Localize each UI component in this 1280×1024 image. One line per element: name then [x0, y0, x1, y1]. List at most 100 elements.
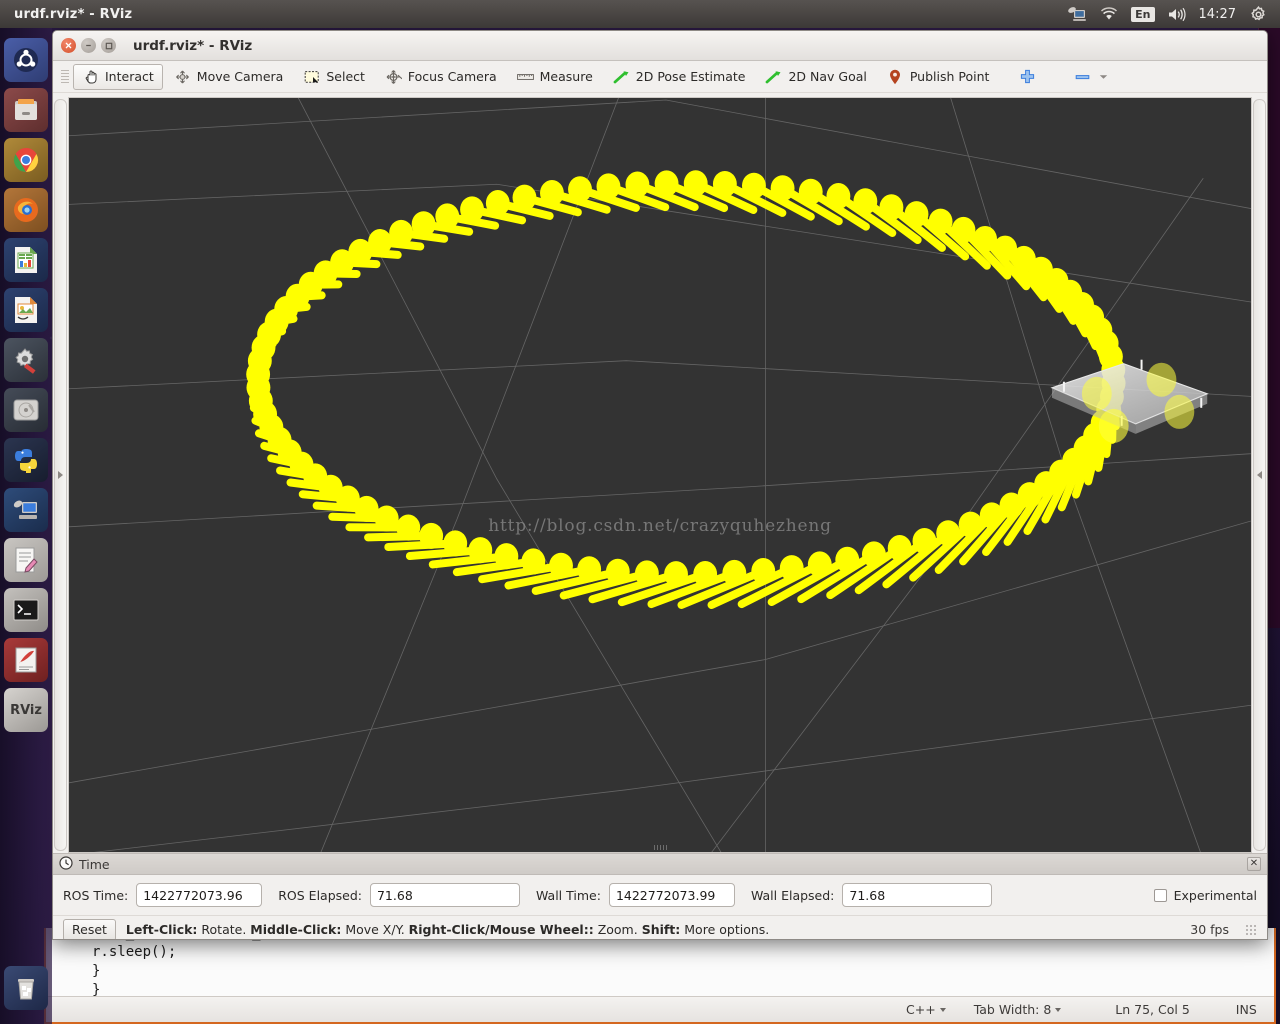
- chevron-down-icon: [1055, 1008, 1061, 1012]
- map-pin-icon: [887, 69, 904, 85]
- toolbar-drag-handle[interactable]: [61, 67, 69, 87]
- window-resize-grip[interactable]: [1245, 924, 1257, 936]
- tool-label: Publish Point: [910, 69, 990, 84]
- green-arrow-icon: [765, 69, 782, 85]
- launcher-item-chrome[interactable]: [4, 138, 48, 182]
- select-rect-icon: [303, 69, 320, 85]
- green-arrow-icon: [613, 69, 630, 85]
- experimental-checkbox-group[interactable]: Experimental: [1154, 888, 1257, 903]
- clock-icon: [59, 855, 73, 874]
- time-panel-header[interactable]: Time ✕: [53, 853, 1267, 875]
- rviz-window: urdf.rviz* - RViz Interact Move Camera: [52, 30, 1268, 940]
- wall-time-input[interactable]: 1422772073.99: [609, 883, 735, 907]
- launcher-item-libreoffice-calc[interactable]: [4, 238, 48, 282]
- chevron-down-icon[interactable]: [1095, 69, 1112, 85]
- tool-2d-pose-estimate[interactable]: 2D Pose Estimate: [604, 64, 755, 90]
- tool-measure[interactable]: Measure: [508, 64, 602, 90]
- display-icon[interactable]: [1067, 5, 1087, 23]
- launcher-item-document-viewer[interactable]: [4, 638, 48, 682]
- editor-language-selector[interactable]: C++: [906, 1002, 946, 1017]
- code-line: r.sleep();: [92, 943, 1274, 962]
- launcher-item-python[interactable]: [4, 438, 48, 482]
- rviz-window-title: urdf.rviz* - RViz: [133, 38, 252, 54]
- tool-label: Interact: [105, 69, 154, 84]
- chevron-down-icon: [940, 1008, 946, 1012]
- launcher-item-trash[interactable]: [4, 966, 48, 1010]
- rviz-titlebar[interactable]: urdf.rviz* - RViz: [53, 31, 1267, 61]
- launcher-item-libreoffice-impress[interactable]: [4, 288, 48, 332]
- window-close-button[interactable]: [61, 38, 76, 53]
- odometry-arrow-trail: [69, 98, 1251, 852]
- left-panel-splitter[interactable]: [54, 99, 67, 851]
- launcher-item-system-settings[interactable]: [4, 338, 48, 382]
- launcher-item-terminal[interactable]: [4, 588, 48, 632]
- ruler-icon: [517, 69, 534, 85]
- move-camera-icon: [174, 69, 191, 85]
- experimental-checkbox[interactable]: [1154, 889, 1167, 902]
- chevron-left-icon: [1257, 471, 1262, 479]
- gear-icon[interactable]: [1248, 5, 1268, 23]
- launcher-item-files[interactable]: [4, 88, 48, 132]
- keyboard-layout-indicator[interactable]: En: [1131, 7, 1154, 22]
- chevron-right-icon: [58, 471, 63, 479]
- reset-button[interactable]: Reset: [63, 919, 116, 941]
- hint-text-part: Zoom.: [594, 922, 642, 937]
- ros-time-label: ROS Time:: [63, 888, 128, 903]
- viewport-bottom-grip[interactable]: [647, 844, 673, 851]
- hint-text-part: Move X/Y.: [341, 922, 408, 937]
- editor-insert-mode: INS: [1236, 1002, 1257, 1017]
- hint-bold: Shift:: [642, 922, 681, 937]
- toolbar-add-tool-button[interactable]: [1010, 64, 1045, 90]
- background-editor-window[interactable]: last_time = current_time; r.sleep(); } }…: [44, 928, 1276, 1024]
- minus-icon: [1074, 69, 1091, 85]
- window-minimize-button[interactable]: [81, 38, 96, 53]
- time-panel-fields: ROS Time: 1422772073.96 ROS Elapsed: 71.…: [53, 875, 1267, 915]
- hint-bold: Right-Click/Mouse Wheel::: [409, 922, 594, 937]
- toolbar-remove-tool-button[interactable]: [1065, 64, 1121, 90]
- ros-elapsed-label: ROS Elapsed:: [278, 888, 362, 903]
- launcher-item-disk-utility[interactable]: [4, 388, 48, 432]
- editor-cursor-position: Ln 75, Col 5: [1115, 1002, 1190, 1017]
- mouse-hint-text: Left-Click: Rotate. Middle-Click: Move X…: [126, 922, 769, 937]
- wall-time-label: Wall Time:: [536, 888, 601, 903]
- window-maximize-button[interactable]: [101, 38, 116, 53]
- robot-model: [1052, 360, 1207, 443]
- right-panel-splitter[interactable]: [1253, 99, 1266, 851]
- clock[interactable]: 14:27: [1199, 7, 1236, 22]
- time-panel-title: Time: [79, 857, 110, 872]
- launcher-item-firefox[interactable]: [4, 188, 48, 232]
- tool-label: 2D Nav Goal: [788, 69, 866, 84]
- tool-move-camera[interactable]: Move Camera: [165, 64, 293, 90]
- launcher-item-remote-desktop[interactable]: [4, 488, 48, 532]
- launcher-item-label: RViz: [10, 703, 42, 718]
- tool-label: Focus Camera: [408, 69, 497, 84]
- editor-tab-width-selector[interactable]: Tab Width: 8: [974, 1002, 1062, 1017]
- tool-interact[interactable]: Interact: [73, 64, 163, 90]
- wifi-icon[interactable]: [1099, 5, 1119, 23]
- fps-counter: 30 fps: [1190, 922, 1229, 937]
- close-icon[interactable]: ✕: [1247, 857, 1261, 871]
- plus-icon: [1019, 69, 1036, 85]
- launcher-item-rviz[interactable]: RViz: [4, 688, 48, 732]
- tool-label: Select: [326, 69, 365, 84]
- rviz-status-bar: Reset Left-Click: Rotate. Middle-Click: …: [53, 915, 1267, 940]
- code-line: }: [92, 962, 1274, 981]
- tool-publish-point[interactable]: Publish Point: [878, 64, 999, 90]
- rviz-toolbar: Interact Move Camera Select: [53, 61, 1267, 93]
- wall-elapsed-input[interactable]: 71.68: [842, 883, 992, 907]
- tool-2d-nav-goal[interactable]: 2D Nav Goal: [756, 64, 875, 90]
- tool-label: Move Camera: [197, 69, 284, 84]
- time-panel: Time ✕ ROS Time: 1422772073.96 ROS Elaps…: [53, 853, 1267, 915]
- tool-focus-camera[interactable]: Focus Camera: [376, 64, 506, 90]
- launcher-item-ubuntu-dash[interactable]: [4, 38, 48, 82]
- hint-text-part: More options.: [680, 922, 769, 937]
- editor-status-bar: C++ Tab Width: 8 Ln 75, Col 5 INS: [46, 996, 1274, 1022]
- ros-elapsed-input[interactable]: 71.68: [370, 883, 520, 907]
- launcher-item-text-editor[interactable]: [4, 538, 48, 582]
- rviz-3d-viewport[interactable]: http://blog.csdn.net/crazyquhezheng: [68, 97, 1252, 853]
- tool-label: 2D Pose Estimate: [636, 69, 746, 84]
- volume-icon[interactable]: [1167, 5, 1187, 23]
- tool-label: Measure: [540, 69, 593, 84]
- ros-time-input[interactable]: 1422772073.96: [136, 883, 262, 907]
- tool-select[interactable]: Select: [294, 64, 374, 90]
